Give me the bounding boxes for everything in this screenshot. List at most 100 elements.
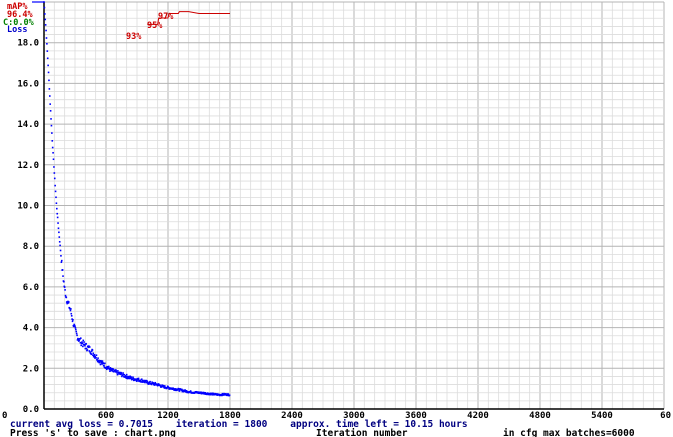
loss-point xyxy=(78,339,80,342)
loss-point xyxy=(59,249,62,252)
loss-point xyxy=(58,241,61,243)
loss-point xyxy=(68,301,70,303)
loss-point xyxy=(53,177,56,180)
y-tick-label: 10.0 xyxy=(17,202,39,212)
loss-point xyxy=(56,207,58,210)
loss-point xyxy=(149,380,151,383)
loss-point xyxy=(137,377,140,380)
y-tick-label: 0.0 xyxy=(23,405,39,415)
loss-point xyxy=(54,184,56,187)
loss-point xyxy=(75,330,78,333)
loss-point xyxy=(50,124,53,127)
loss-point xyxy=(228,394,231,397)
y-tick-label: 16.0 xyxy=(17,79,39,89)
loss-point xyxy=(60,261,63,264)
loss-point xyxy=(44,24,47,26)
map-annotation-97: 97% xyxy=(158,12,174,22)
loss-point xyxy=(85,342,87,345)
loss-point xyxy=(60,259,63,262)
loss-point xyxy=(55,202,58,205)
loss-point xyxy=(90,353,93,356)
loss-point xyxy=(46,57,49,60)
loss-point xyxy=(45,37,48,39)
loss-point xyxy=(69,309,72,312)
loss-point xyxy=(65,296,68,299)
loss-point xyxy=(88,346,91,348)
y-tick-label: 8.0 xyxy=(23,242,39,252)
loss-point xyxy=(116,373,119,376)
loss-point xyxy=(103,364,105,367)
loss-point xyxy=(56,216,59,219)
loss-point xyxy=(82,345,84,348)
loss-point xyxy=(54,190,57,193)
chart-grid xyxy=(43,1,665,410)
loss-point xyxy=(104,362,106,365)
map-annotation-93: 93% xyxy=(126,32,142,42)
loss-point xyxy=(95,357,97,359)
loss-point xyxy=(43,1,45,3)
y-tick-label: 6.0 xyxy=(23,283,39,293)
loss-point xyxy=(47,71,50,74)
loss-point xyxy=(64,289,66,291)
loss-point xyxy=(164,385,166,387)
loss-point xyxy=(44,13,46,15)
loss-point xyxy=(80,344,82,347)
loss-point xyxy=(107,365,110,368)
loss-point xyxy=(57,227,60,230)
loss-point xyxy=(50,118,52,120)
loss-point xyxy=(52,158,55,161)
loss-point xyxy=(76,334,78,337)
loss-point xyxy=(58,231,60,234)
loss-point xyxy=(45,29,47,32)
loss-point xyxy=(60,255,62,257)
loss-point xyxy=(71,320,74,323)
loss-point xyxy=(81,341,83,343)
loss-point xyxy=(85,347,88,350)
loss-point xyxy=(125,373,128,376)
x-axis-title: Iteration number xyxy=(316,428,408,437)
loss-point xyxy=(91,349,94,351)
training-chart: 0 600 1200 1800 2400 3000 3600 4200 4800 5400 60 0… xyxy=(0,0,673,437)
loss-point xyxy=(93,353,96,356)
loss-point xyxy=(130,376,133,378)
loss-point xyxy=(56,212,59,215)
loss-point xyxy=(51,132,53,134)
loss-point xyxy=(53,166,55,168)
y-tick-label: 4.0 xyxy=(23,324,39,334)
loss-point xyxy=(46,42,48,45)
loss-point xyxy=(101,360,104,362)
loss-point xyxy=(96,359,99,361)
y-tick-label: 18.0 xyxy=(17,39,39,49)
loss-point xyxy=(53,172,56,174)
loss-point xyxy=(49,103,51,105)
x-tick-label: 0 xyxy=(2,411,7,421)
loss-point xyxy=(55,196,57,199)
loss-point xyxy=(70,308,72,310)
loss-point xyxy=(97,357,99,359)
x-tick-label: 4200 xyxy=(467,411,489,421)
map-annotation-95: 95% xyxy=(147,21,163,31)
loss-point xyxy=(47,64,49,67)
loss-point xyxy=(92,352,95,355)
loss-point xyxy=(70,312,73,315)
loss-point xyxy=(95,354,98,357)
loss-point xyxy=(117,370,119,372)
loss-point xyxy=(120,372,123,375)
status-save-hint: Press 's' to save : chart.png xyxy=(10,428,176,437)
loss-point xyxy=(51,146,54,149)
loss-point xyxy=(84,344,86,347)
loss-point xyxy=(46,50,49,52)
loss-point xyxy=(51,140,54,142)
loss-point xyxy=(74,327,77,329)
legend-entry-loss: Loss xyxy=(7,25,27,35)
loss-point xyxy=(64,294,67,297)
loss-point xyxy=(49,110,52,112)
loss-point xyxy=(57,222,59,224)
loss-point xyxy=(44,18,47,21)
loss-point xyxy=(99,363,102,366)
loss-point xyxy=(72,318,74,321)
y-tick-label: 2.0 xyxy=(23,364,39,374)
y-tick-label: 14.0 xyxy=(17,120,39,130)
loss-point xyxy=(48,79,50,82)
loss-point xyxy=(74,325,76,328)
